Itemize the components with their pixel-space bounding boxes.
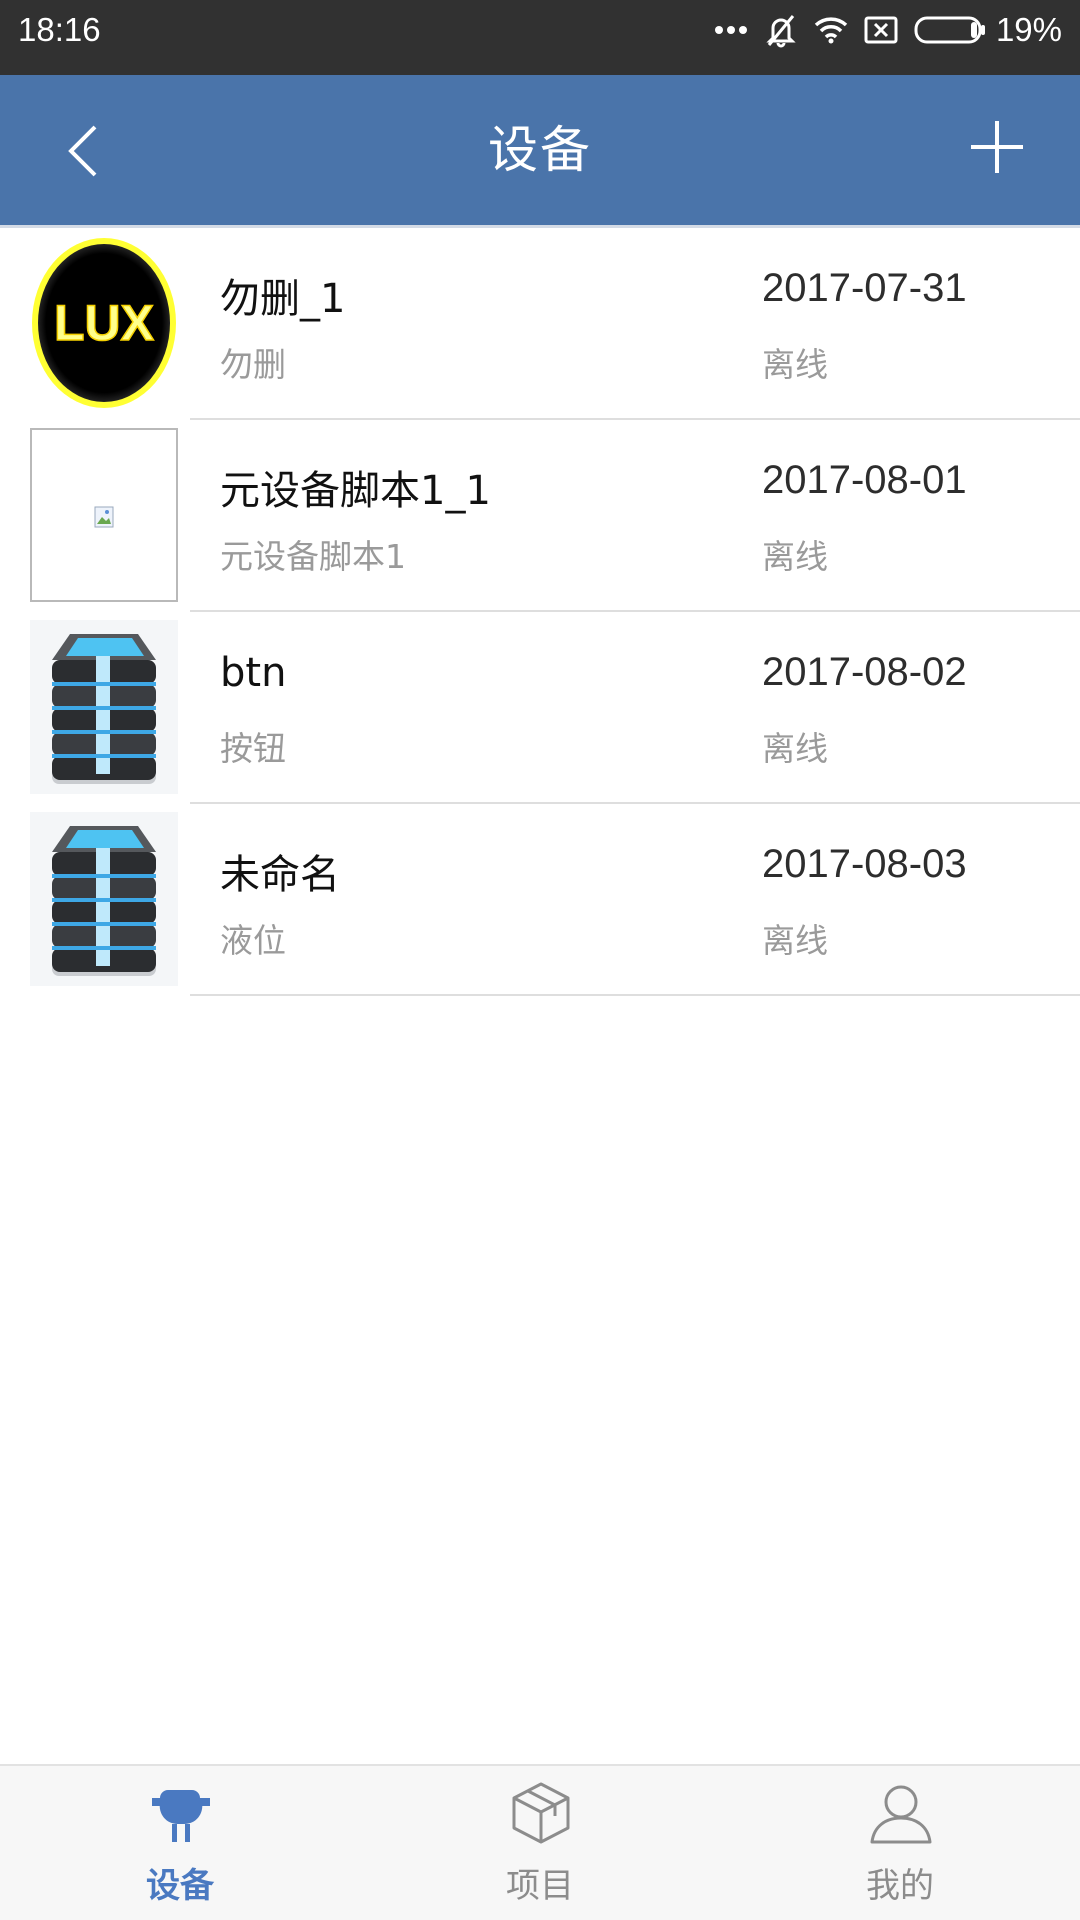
wifi-icon (814, 16, 848, 44)
device-name: 勿删_1 (220, 276, 346, 322)
device-type: 元设备脚本1 (220, 537, 406, 576)
tab-projects[interactable]: 项目 (360, 1766, 720, 1920)
status-bar: 18:16 19% (0, 0, 1080, 75)
chevron-left-icon (68, 125, 97, 177)
plug-icon (152, 1790, 210, 1842)
lux-badge-text: LUX (54, 295, 154, 351)
device-date: 2017-08-02 (762, 650, 967, 694)
device-type: 液位 (220, 921, 286, 960)
status-time: 18:16 (18, 11, 101, 48)
device-date: 2017-08-01 (762, 458, 967, 502)
device-name: 未命名 (220, 852, 340, 898)
more-dots-icon (714, 25, 748, 35)
back-button[interactable] (55, 115, 115, 185)
device-name: btn (220, 650, 287, 696)
row-divider (190, 994, 1080, 996)
status-icons: 19% (698, 10, 1062, 50)
battery-percent: 19% (995, 11, 1062, 48)
device-thumbnail (30, 812, 178, 986)
battery-icon (914, 15, 986, 45)
server-stack-icon (30, 620, 178, 794)
tab-mine[interactable]: 我的 (720, 1766, 1080, 1920)
plus-icon (971, 121, 1023, 173)
device-status: 离线 (762, 921, 828, 960)
tab-label: 项目 (506, 1866, 574, 1906)
tab-devices[interactable]: 设备 (0, 1766, 360, 1920)
device-status: 离线 (762, 729, 828, 768)
device-thumbnail (30, 620, 178, 794)
device-date: 2017-08-03 (762, 842, 967, 886)
device-thumbnail: LUX (30, 236, 178, 410)
device-name: 元设备脚本1_1 (220, 468, 491, 514)
device-row[interactable]: 未命名 液位 2017-08-03 离线 (0, 804, 1080, 996)
device-row[interactable]: 元设备脚本1_1 元设备脚本1 2017-08-01 离线 (0, 420, 1080, 612)
device-list: LUX 勿删_1 勿删 2017-07-31 离线 元设备脚本1_1 元设备脚本… (0, 228, 1080, 996)
device-status: 离线 (762, 537, 828, 576)
device-row[interactable]: LUX 勿删_1 勿删 2017-07-31 离线 (0, 228, 1080, 420)
device-type: 勿删 (220, 345, 286, 384)
bottom-tab-bar: 设备 项目 我的 (0, 1764, 1080, 1920)
device-row[interactable]: btn 按钮 2017-08-02 离线 (0, 612, 1080, 804)
tab-label: 设备 (146, 1866, 214, 1906)
box-icon (512, 1782, 570, 1844)
user-icon (870, 1785, 932, 1844)
broken-image-icon (94, 506, 114, 528)
sim-missing-icon (864, 15, 898, 45)
app-header: 设备 (0, 75, 1080, 225)
bell-muted-icon (764, 12, 798, 48)
server-stack-icon (30, 812, 178, 986)
device-type: 按钮 (220, 729, 286, 768)
device-date: 2017-07-31 (762, 266, 967, 310)
tab-label: 我的 (866, 1866, 934, 1906)
add-device-button[interactable] (967, 117, 1027, 177)
page-title: 设备 (488, 121, 592, 179)
device-status: 离线 (762, 345, 828, 384)
device-thumbnail (30, 428, 178, 602)
